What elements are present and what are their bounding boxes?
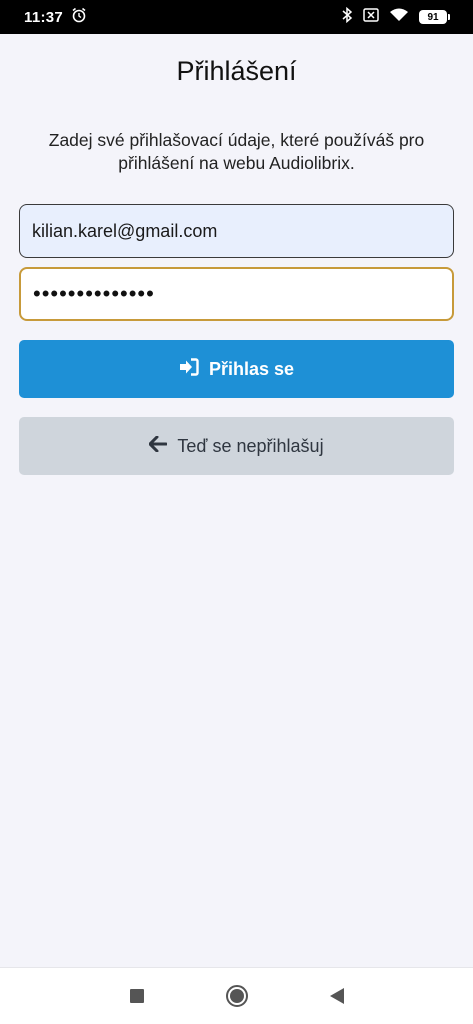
skip-login-button[interactable]: Teď se nepřihlašuj [19,417,454,475]
password-field[interactable]: •••••••••••••• [19,267,454,321]
home-circle-icon[interactable] [225,985,248,1007]
recents-square-icon[interactable] [129,989,144,1003]
back-triangle-icon[interactable] [329,988,344,1004]
wifi-icon [389,7,409,27]
email-field[interactable]: kilian.karel@gmail.com [19,204,454,258]
status-time: 11:37 [24,8,64,26]
alarm-icon [71,7,87,28]
page-title: Přihlášení [176,56,297,86]
status-bar: 11:37 91 [0,0,473,34]
login-button-label: Přihlas se [208,358,295,379]
login-button[interactable]: Přihlas se [19,340,454,398]
sign-in-icon [179,357,199,381]
bluetooth-icon [341,6,353,28]
battery-icon: 91 [419,10,450,24]
no-sim-icon [363,7,379,27]
arrow-left-icon [148,435,168,457]
intro-text: Zadej své přihlašovací údaje, které použ… [48,130,425,173]
login-screen: Přihlášení Zadej své přihlašovací údaje,… [0,34,473,967]
system-nav-bar [0,967,473,1024]
skip-button-label: Teď se nepřihlašuj [177,435,324,456]
